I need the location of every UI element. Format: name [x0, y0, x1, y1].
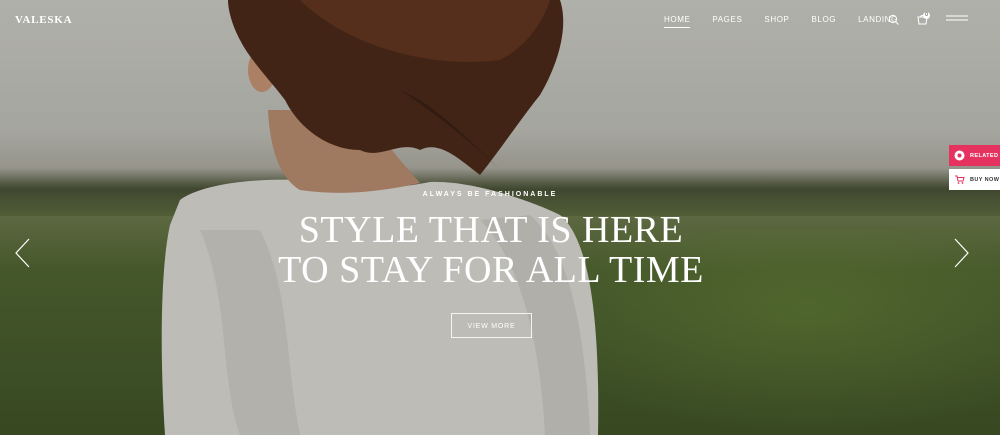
nav-item-pages[interactable]: PAGES — [712, 15, 742, 28]
main-nav: HOME PAGES SHOP BLOG LANDING — [664, 15, 920, 28]
nav-item-blog[interactable]: BLOG — [811, 15, 836, 28]
chevron-left-icon[interactable] — [14, 238, 32, 268]
related-button[interactable]: RELATED — [949, 145, 1000, 166]
buy-now-button[interactable]: BUY NOW — [949, 169, 1000, 190]
cart-small-icon — [955, 175, 965, 184]
chevron-right-icon[interactable] — [952, 238, 970, 268]
site-logo[interactable]: VALESKA — [15, 14, 72, 26]
header: VALESKA HOME PAGES SHOP BLOG LANDING 0 — [0, 0, 1000, 40]
related-icon — [954, 150, 965, 161]
nav-item-home[interactable]: HOME — [664, 15, 691, 28]
nav-item-shop[interactable]: SHOP — [764, 15, 789, 28]
buy-now-label: BUY NOW — [970, 176, 1000, 183]
hero-headline: STYLE THAT IS HERE TO STAY FOR ALL TIME — [0, 210, 982, 290]
search-icon[interactable] — [888, 14, 900, 26]
hero-eyebrow: ALWAYS BE FASHIONABLE — [422, 191, 558, 198]
menu-icon[interactable] — [946, 15, 968, 24]
hero-headline-line-1: STYLE THAT IS HERE — [298, 209, 684, 251]
cart-count-badge: 0 — [923, 12, 930, 19]
view-more-button[interactable]: VIEW MORE — [451, 313, 532, 338]
hero-headline-line-2: TO STAY FOR ALL TIME — [278, 249, 704, 291]
related-label: RELATED — [970, 152, 999, 159]
